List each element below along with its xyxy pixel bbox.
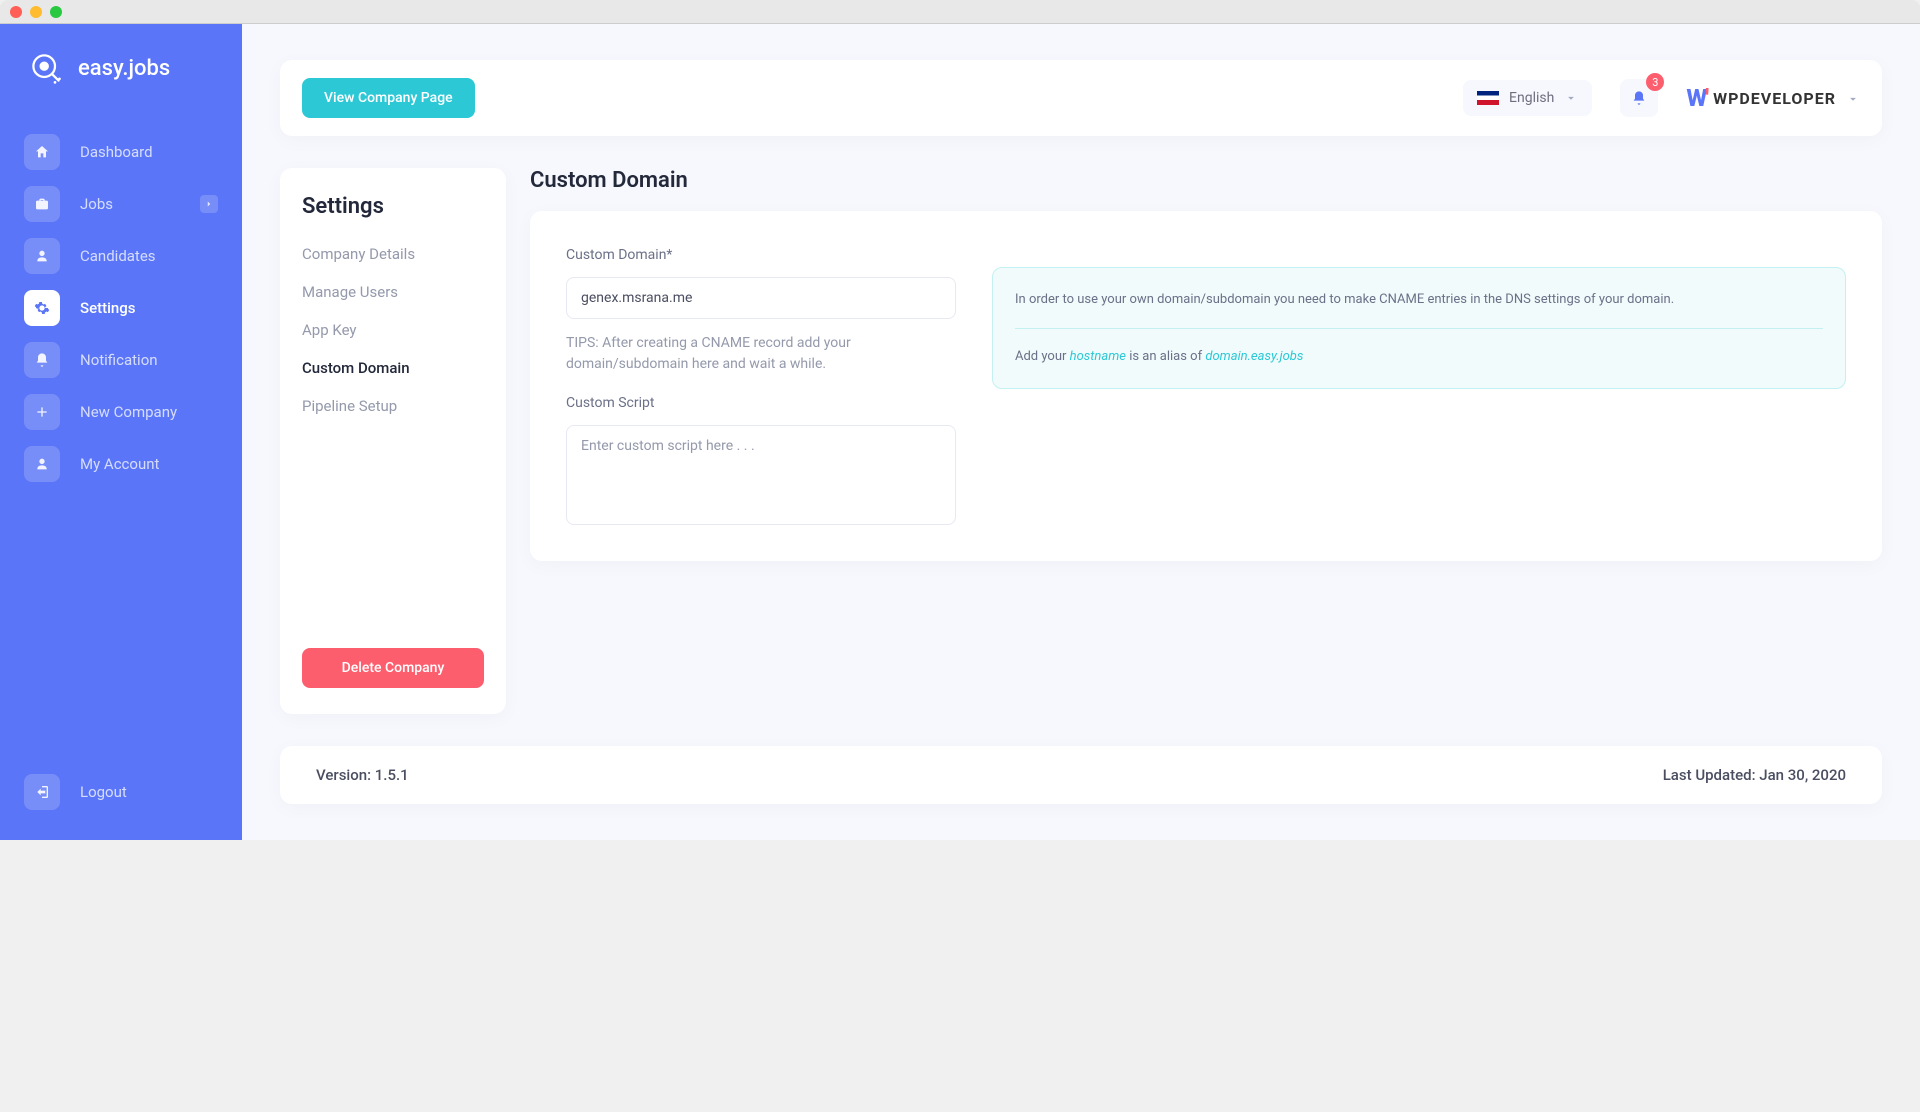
nav-label: Settings — [80, 299, 136, 317]
flag-icon — [1477, 91, 1499, 105]
chevron-right-icon — [200, 195, 218, 213]
custom-script-label: Custom Script — [566, 395, 956, 411]
close-window-icon[interactable] — [10, 6, 22, 18]
notification-icon — [24, 342, 60, 378]
nav-menu: Dashboard Jobs Candidates Settings Notif… — [0, 116, 242, 756]
sidebar-item-settings[interactable]: Settings — [24, 290, 218, 326]
main-content: View Company Page English 3 W' WPDEVELOP… — [242, 24, 1920, 840]
language-selector[interactable]: English — [1463, 80, 1592, 116]
settings-tab-custom-domain[interactable]: Custom Domain — [302, 359, 484, 377]
hostname-link: hostname — [1070, 349, 1126, 364]
account-icon — [24, 446, 60, 482]
sidebar-item-logout[interactable]: Logout — [24, 774, 218, 810]
divider — [1015, 328, 1823, 329]
nav-label: Candidates — [80, 247, 156, 265]
maximize-window-icon[interactable] — [50, 6, 62, 18]
sidebar-item-new-company[interactable]: New Company — [24, 394, 218, 430]
gear-icon — [24, 290, 60, 326]
topbar: View Company Page English 3 W' WPDEVELOP… — [280, 60, 1882, 136]
form-card: Custom Domain* TIPS: After creating a CN… — [530, 211, 1882, 561]
info-box: In order to use your own domain/subdomai… — [992, 267, 1846, 389]
bell-icon — [1631, 90, 1647, 106]
nav-label: New Company — [80, 403, 177, 421]
settings-tab-app-key[interactable]: App Key — [302, 321, 484, 339]
custom-domain-label: Custom Domain* — [566, 247, 956, 263]
sidebar-item-dashboard[interactable]: Dashboard — [24, 134, 218, 170]
nav-label: Jobs — [80, 195, 113, 213]
last-updated-text: Last Updated: Jan 30, 2020 — [1663, 766, 1846, 784]
notification-button[interactable]: 3 — [1620, 79, 1658, 117]
chevron-down-icon — [1846, 91, 1860, 105]
settings-tab-company-details[interactable]: Company Details — [302, 245, 484, 263]
info-alias: Add your hostname is an alias of domain.… — [1015, 347, 1823, 367]
logout-icon — [24, 774, 60, 810]
nav-label: Notification — [80, 351, 158, 369]
minimize-window-icon[interactable] — [30, 6, 42, 18]
plus-icon — [24, 394, 60, 430]
home-icon — [24, 134, 60, 170]
view-company-button[interactable]: View Company Page — [302, 78, 475, 118]
nav-label: My Account — [80, 455, 159, 473]
company-selector[interactable]: W' WPDEVELOPER — [1686, 84, 1860, 112]
company-logo-icon: W' WPDEVELOPER — [1686, 84, 1836, 112]
sidebar: easy.jobs Dashboard Jobs Candidates Sett… — [0, 24, 242, 840]
footer: Version: 1.5.1 Last Updated: Jan 30, 202… — [280, 746, 1882, 804]
settings-panel: Settings Company Details Manage Users Ap… — [280, 168, 506, 714]
nav-label: Logout — [80, 783, 127, 801]
window-chrome — [0, 0, 1920, 24]
brand-icon — [28, 50, 64, 86]
custom-domain-input[interactable] — [566, 277, 956, 319]
sidebar-item-my-account[interactable]: My Account — [24, 446, 218, 482]
notification-badge: 3 — [1646, 73, 1664, 91]
tips-text: TIPS: After creating a CNAME record add … — [566, 333, 956, 375]
custom-script-textarea[interactable] — [566, 425, 956, 525]
language-label: English — [1509, 90, 1554, 106]
settings-tab-pipeline-setup[interactable]: Pipeline Setup — [302, 397, 484, 415]
page-title: Custom Domain — [530, 168, 1882, 193]
briefcase-icon — [24, 186, 60, 222]
delete-company-button[interactable]: Delete Company — [302, 648, 484, 688]
user-icon — [24, 238, 60, 274]
chevron-down-icon — [1564, 91, 1578, 105]
domain-link: domain.easy.jobs — [1205, 349, 1303, 364]
sidebar-item-candidates[interactable]: Candidates — [24, 238, 218, 274]
settings-title: Settings — [302, 194, 484, 219]
brand[interactable]: easy.jobs — [0, 24, 242, 116]
settings-tab-manage-users[interactable]: Manage Users — [302, 283, 484, 301]
brand-text: easy.jobs — [78, 56, 170, 81]
sidebar-item-jobs[interactable]: Jobs — [24, 186, 218, 222]
version-text: Version: 1.5.1 — [316, 766, 409, 784]
info-text: In order to use your own domain/subdomai… — [1015, 290, 1823, 310]
sidebar-item-notification[interactable]: Notification — [24, 342, 218, 378]
nav-label: Dashboard — [80, 143, 153, 161]
